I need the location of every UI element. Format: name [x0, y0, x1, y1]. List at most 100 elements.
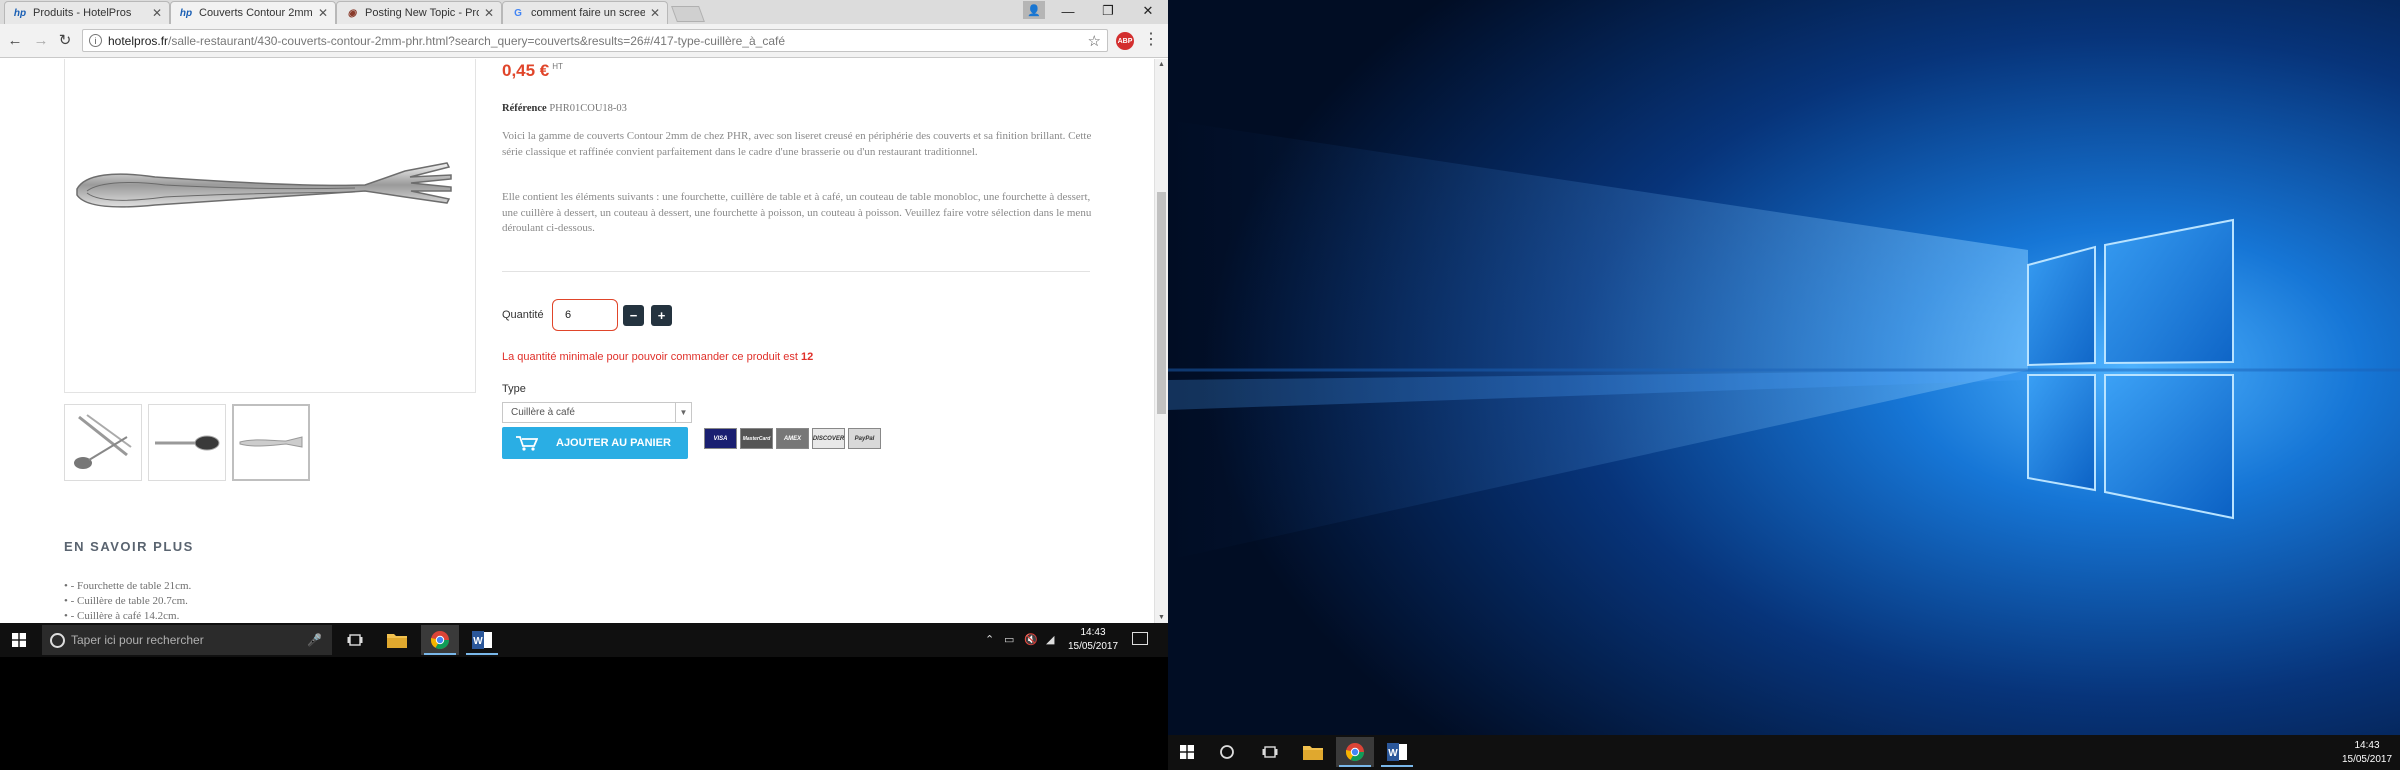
- task-view-icon[interactable]: [336, 625, 374, 655]
- fork-thumbnail: [239, 436, 303, 448]
- dual-monitor-screen: hp Produits - HotelPros ✕ hp Couverts Co…: [0, 0, 2400, 770]
- product-thumbnail-fork[interactable]: [232, 404, 310, 481]
- section-title: EN SAVOIR PLUS: [64, 539, 194, 554]
- clock-date: 15/05/2017: [2341, 754, 2393, 765]
- reference-label: Référence: [502, 103, 547, 114]
- add-to-cart-label: AJOUTER AU PANIER: [556, 437, 671, 449]
- description-paragraph-2: Elle contient les éléments suivants : un…: [502, 191, 1092, 234]
- microphone-icon[interactable]: 🎤: [307, 633, 322, 647]
- quantity-decrease-button[interactable]: −: [623, 305, 644, 326]
- url-path: /salle-restaurant/430-couverts-contour-2…: [168, 33, 786, 48]
- window-close-icon[interactable]: ✕: [1128, 0, 1168, 22]
- cortana-icon[interactable]: [1208, 737, 1246, 767]
- task-view-icon[interactable]: [1251, 737, 1289, 767]
- tab-title: Couverts Contour 2mm P: [199, 7, 313, 19]
- browser-toolbar: ← → ↻ i hotelpros.fr/salle-restaurant/43…: [0, 24, 1168, 58]
- tab-google[interactable]: G comment faire un screen ✕: [502, 1, 668, 24]
- info-icon[interactable]: i: [89, 34, 102, 47]
- page-scrollbar[interactable]: ▲ ▼: [1154, 59, 1168, 623]
- product-price: 0,45 € HT: [502, 61, 563, 81]
- amex-card-icon: AMEX: [776, 428, 809, 449]
- word-taskbar-icon[interactable]: W: [463, 625, 501, 655]
- tab-title: Produits - HotelPros: [33, 7, 132, 19]
- clock-date: 15/05/2017: [1067, 641, 1119, 652]
- warning-text: La quantité minimale pour pouvoir comman…: [502, 351, 798, 363]
- clock-time: 14:43: [2354, 740, 2380, 751]
- type-selected-value: Cuillère à café: [511, 407, 575, 418]
- windows-start-icon[interactable]: [12, 633, 26, 647]
- mastercard-icon: MasterCard: [740, 428, 773, 449]
- divider: [502, 271, 1090, 272]
- taskbar-search-box[interactable]: Taper ici pour rechercher 🎤: [42, 625, 332, 655]
- hotelpros-favicon-icon: hp: [13, 7, 27, 19]
- right-monitor: W 14:43 15/05/2017: [1168, 0, 2400, 770]
- taskbar-clock[interactable]: 14:43 15/05/2017: [1064, 626, 1122, 654]
- price-suffix: HT: [552, 62, 563, 71]
- action-center-icon[interactable]: [1132, 632, 1148, 645]
- fork-image: [76, 162, 452, 208]
- minimize-icon[interactable]: —: [1048, 0, 1088, 22]
- taskbar-right: W 14:43 15/05/2017: [1168, 735, 2400, 770]
- taskbar-left: Taper ici pour rechercher 🎤 W ⌃ ▭ 🔇 ◢ 14…: [0, 623, 1168, 657]
- close-icon[interactable]: ✕: [317, 6, 329, 20]
- tab-produits[interactable]: hp Produits - HotelPros ✕: [4, 1, 170, 24]
- search-placeholder: Taper ici pour rechercher: [71, 633, 204, 647]
- forward-arrow-icon[interactable]: →: [32, 31, 50, 49]
- chrome-window: hp Produits - HotelPros ✕ hp Couverts Co…: [0, 0, 1168, 623]
- scroll-down-icon[interactable]: ▼: [1158, 614, 1165, 621]
- list-item: • - Fourchette de table 21cm.: [64, 580, 192, 592]
- forum-favicon-icon: ◉: [347, 7, 357, 19]
- svg-text:W: W: [1388, 748, 1398, 759]
- tab-title: comment faire un screen: [531, 7, 645, 19]
- quantity-label: Quantité: [502, 309, 544, 321]
- google-favicon-icon: G: [514, 7, 522, 19]
- tab-couverts[interactable]: hp Couverts Contour 2mm P ✕: [170, 1, 336, 24]
- visa-card-icon: VISA: [704, 428, 737, 449]
- product-main-image[interactable]: [64, 59, 476, 393]
- address-bar[interactable]: i hotelpros.fr/salle-restaurant/430-couv…: [82, 29, 1108, 52]
- type-label: Type: [502, 383, 526, 395]
- file-explorer-icon[interactable]: [1294, 737, 1332, 767]
- restore-icon[interactable]: ❐: [1088, 0, 1128, 22]
- chrome-menu-icon[interactable]: ⋮: [1143, 31, 1159, 51]
- cutlery-set-thumbnail: [74, 414, 132, 469]
- chrome-taskbar-icon[interactable]: [1336, 737, 1374, 767]
- left-monitor: hp Produits - HotelPros ✕ hp Couverts Co…: [0, 0, 1168, 770]
- file-explorer-icon[interactable]: [378, 625, 416, 655]
- battery-icon[interactable]: ▭: [1004, 633, 1014, 646]
- windows-start-icon[interactable]: [1180, 745, 1194, 759]
- chrome-taskbar-icon[interactable]: [421, 625, 459, 655]
- tab-title: Posting New Topic - Pro: [365, 7, 479, 19]
- list-item: • - Cuillère de table 20.7cm.: [64, 595, 188, 607]
- adblock-icon[interactable]: ABP: [1116, 32, 1134, 50]
- close-icon[interactable]: ✕: [151, 6, 163, 20]
- quantity-input[interactable]: [552, 299, 618, 331]
- profile-icon[interactable]: 👤: [1023, 1, 1045, 19]
- cart-icon: [516, 436, 538, 451]
- spoon-thumbnail: [155, 435, 220, 451]
- word-taskbar-icon[interactable]: W: [1378, 737, 1416, 767]
- hotelpros-favicon-icon: hp: [179, 7, 193, 19]
- type-select[interactable]: Cuillère à café ▼: [502, 402, 692, 423]
- add-to-cart-button[interactable]: AJOUTER AU PANIER: [502, 427, 688, 459]
- taskbar-clock[interactable]: 14:43 15/05/2017: [2338, 739, 2396, 767]
- chevron-down-icon[interactable]: ▼: [675, 403, 691, 422]
- product-thumbnail-set[interactable]: [64, 404, 142, 481]
- close-icon[interactable]: ✕: [483, 6, 495, 20]
- close-icon[interactable]: ✕: [649, 6, 661, 20]
- tab-posting[interactable]: ◉ Posting New Topic - Pro ✕: [336, 1, 502, 24]
- scrollbar-thumb[interactable]: [1157, 192, 1166, 414]
- reference-value: PHR01COU18-03: [549, 103, 627, 114]
- scroll-up-icon[interactable]: ▲: [1158, 61, 1165, 68]
- product-thumbnail-spoon[interactable]: [148, 404, 226, 481]
- chevron-up-icon[interactable]: ⌃: [985, 633, 994, 646]
- reload-icon[interactable]: ↻: [56, 31, 74, 49]
- volume-muted-icon[interactable]: 🔇: [1024, 633, 1038, 646]
- paypal-card-icon: PayPal: [848, 428, 881, 449]
- product-page: 0,45 € HT Référence PHR01COU18-03 Voici l…: [0, 59, 1154, 623]
- back-arrow-icon[interactable]: ←: [6, 31, 24, 49]
- bookmark-star-icon[interactable]: ☆: [1088, 32, 1101, 50]
- network-icon[interactable]: ◢: [1046, 633, 1054, 646]
- quantity-increase-button[interactable]: +: [651, 305, 672, 326]
- new-tab-button[interactable]: [671, 6, 705, 22]
